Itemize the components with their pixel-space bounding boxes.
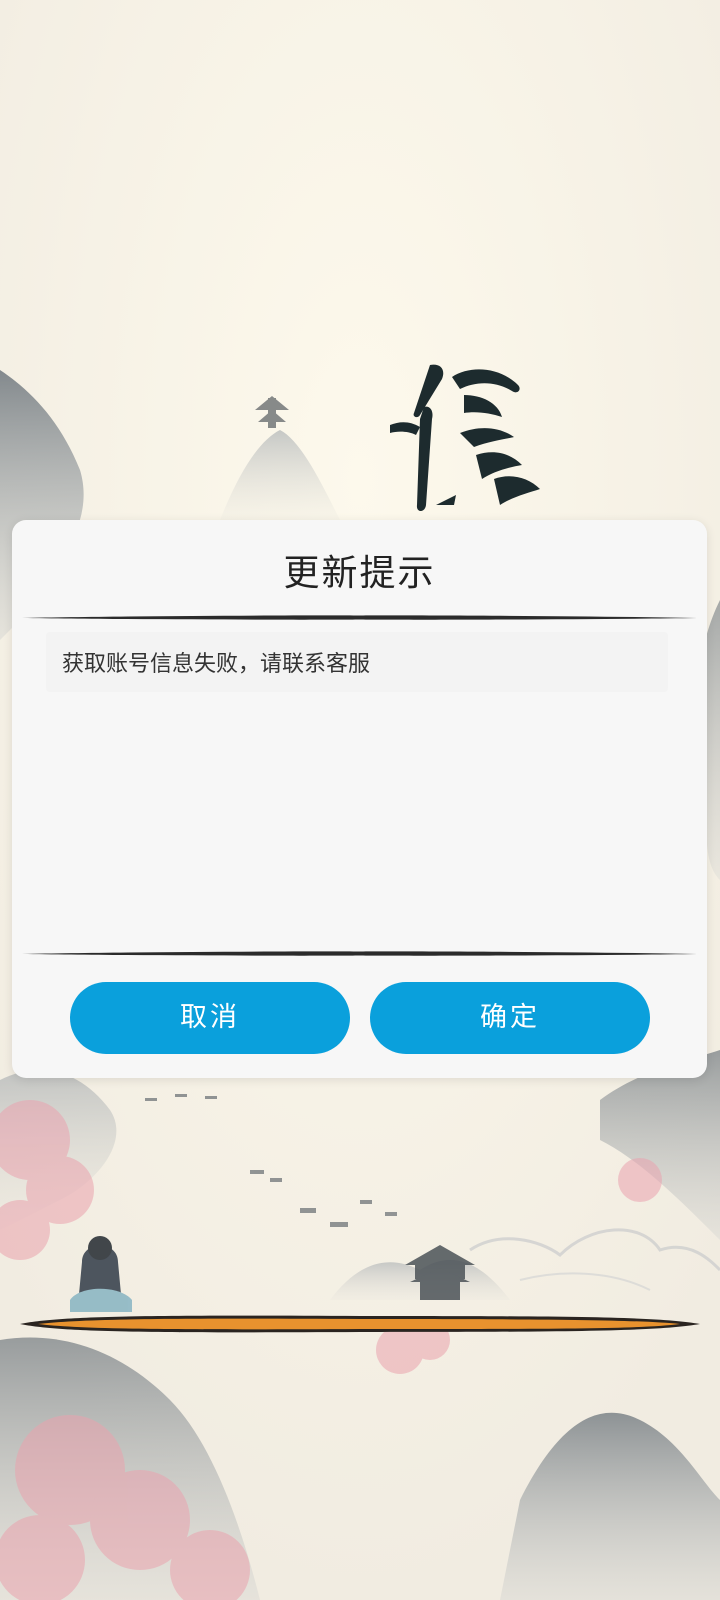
loading-progress-bar [20,1315,700,1333]
message-text: 获取账号信息失败，请联系客服 [62,652,371,677]
update-prompt-dialog: 更新提示 获取账号信息失败，请联系客服 取消 确定 [12,520,707,1078]
game-screen: 更新提示 获取账号信息失败，请联系客服 取消 确定 [0,0,720,1600]
divider [22,951,697,956]
divider [22,615,697,620]
dialog-title: 更新提示 [283,553,436,594]
message-area: 获取账号信息失败，请联系客服 [46,632,668,692]
calligraphy-logo-icon [390,364,540,511]
confirm-button[interactable]: 确定 [370,982,650,1054]
cancel-button[interactable]: 取消 [70,982,350,1054]
